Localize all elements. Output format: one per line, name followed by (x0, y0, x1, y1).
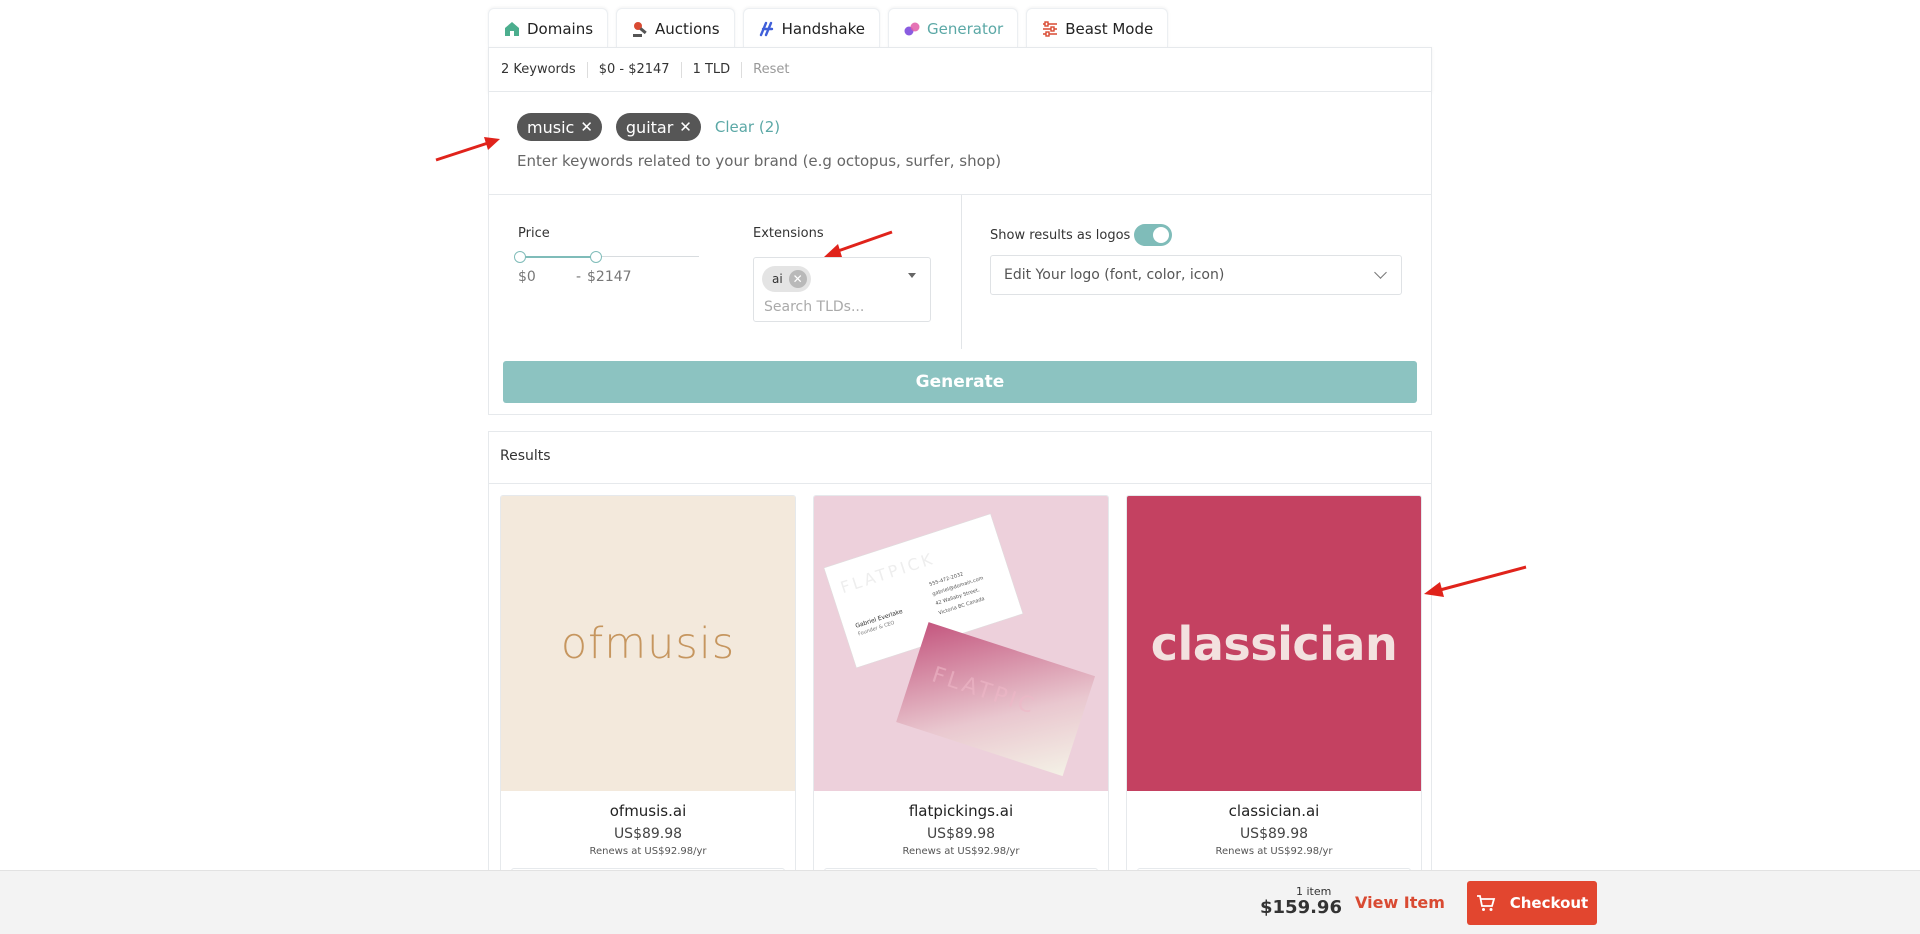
remove-keyword-icon[interactable]: ✕ (679, 118, 692, 136)
domain-name[interactable]: ofmusis.ai (501, 802, 795, 820)
tab-label: Auctions (655, 19, 720, 38)
checkout-button[interactable]: Checkout (1467, 881, 1597, 925)
price-max-handle[interactable] (590, 251, 602, 263)
divider (586, 61, 588, 78)
dropdown-caret-icon[interactable] (908, 273, 916, 278)
cart-icon (1476, 895, 1495, 911)
tld-chip-label: ai (772, 272, 783, 286)
domain-price: US$89.98 (926, 826, 996, 842)
price-range-separator: - (576, 269, 582, 285)
logo-text: ofmusis (560, 618, 736, 669)
price-max-value[interactable]: $2147 (587, 269, 632, 285)
keyword-chip: music ✕ (517, 113, 602, 141)
tab-domains[interactable]: Domains (488, 8, 609, 48)
auction-gavel-icon (633, 21, 647, 37)
divider (961, 195, 962, 350)
domain-price: US$89.98 (613, 826, 683, 842)
tab-label: Beast Mode (1065, 19, 1154, 38)
tld-search-input[interactable] (764, 299, 914, 315)
logo-preview: classician (1127, 496, 1421, 791)
tld-multiselect[interactable]: ai ✕ (753, 257, 931, 322)
tab-bar: Domains Auctions Handshake Generator Bea… (488, 8, 1169, 48)
logo-toggle[interactable] (1134, 224, 1172, 246)
tab-beast-mode[interactable]: Beast Mode (1026, 8, 1169, 48)
extensions-label: Extensions (753, 226, 824, 241)
divider (680, 61, 682, 78)
cart-total: $159.96 (1260, 897, 1342, 918)
renewal-price: Renews at US$92.98/yr (1215, 846, 1333, 857)
result-card-classician[interactable]: classician classician.ai US$89.98 Renews… (1126, 495, 1422, 915)
renewal-price: Renews at US$92.98/yr (902, 846, 1020, 857)
keyword-chips: music ✕ guitar ✕ Clear (2) (517, 113, 780, 141)
price-range-summary[interactable]: $0 - $2147 (599, 62, 670, 77)
logo-text: classician (1150, 616, 1398, 671)
house-icon (505, 21, 519, 36)
tab-label: Generator (927, 19, 1004, 38)
domain-price: US$89.98 (1239, 826, 1309, 842)
tab-label: Handshake (781, 19, 866, 38)
view-item-link[interactable]: View Item (1355, 893, 1445, 912)
business-card-preview: FLATPICK Gabriel Everlake Founder & CEO … (814, 496, 1108, 791)
business-card-mockup: FLATPICK Gabriel Everlake Founder & CEO … (823, 513, 1096, 777)
results-title: Results (500, 448, 551, 464)
annotation-arrow (1424, 565, 1527, 597)
options-panel: Price $0 - $2147 Extensions ai ✕ Show re… (488, 194, 1432, 350)
sliders-icon (1043, 20, 1058, 37)
cart-bar: 1 item $159.96 View Item Checkout (0, 870, 1920, 934)
domain-name[interactable]: classician.ai (1127, 802, 1421, 820)
keyword-count[interactable]: 2 Keywords (501, 62, 576, 77)
remove-keyword-icon[interactable]: ✕ (580, 118, 593, 136)
price-label: Price (518, 226, 550, 241)
tab-label: Domains (527, 19, 594, 38)
handshake-icon (759, 21, 773, 36)
toggle-knob (1153, 227, 1169, 243)
generator-icon (904, 22, 920, 35)
results-panel: Results ofmusis ofmusis.ai US$89.98 Rene… (488, 431, 1432, 934)
logo-toggle-label: Show results as logos (990, 228, 1131, 243)
keyword-chip-label: music (527, 117, 575, 137)
price-min-value[interactable]: $0 (518, 269, 536, 285)
filter-summary-bar: 2 Keywords $0 - $2147 1 TLD Reset (488, 47, 1432, 92)
tab-generator[interactable]: Generator (888, 8, 1019, 48)
keyword-chip: guitar ✕ (615, 113, 701, 141)
generate-button[interactable]: Generate (503, 361, 1417, 403)
price-slider-fill (519, 256, 595, 258)
keyword-chip-label: guitar (625, 117, 674, 137)
keywords-panel: music ✕ guitar ✕ Clear (2) (488, 91, 1432, 195)
checkout-label: Checkout (1509, 894, 1589, 912)
clear-keywords-link[interactable]: Clear (2) (715, 118, 780, 136)
renewal-price: Renews at US$92.98/yr (589, 846, 707, 857)
divider (489, 483, 1431, 484)
logo-editor-select[interactable]: Edit Your logo (font, color, icon) (990, 255, 1402, 295)
price-min-handle[interactable] (514, 251, 526, 263)
divider (741, 61, 743, 78)
domain-name[interactable]: flatpickings.ai (814, 802, 1108, 820)
result-card-ofmusis[interactable]: ofmusis ofmusis.ai US$89.98 Renews at US… (500, 495, 796, 915)
chevron-down-icon (1374, 266, 1387, 279)
reset-button[interactable]: Reset (753, 62, 789, 77)
logo-preview: ofmusis (501, 496, 795, 791)
tld-count-summary[interactable]: 1 TLD (693, 62, 731, 77)
keyword-input[interactable] (517, 152, 1217, 170)
generate-section: Generate (488, 349, 1432, 415)
logo-editor-label: Edit Your logo (font, color, icon) (1004, 267, 1225, 283)
tab-auctions[interactable]: Auctions (616, 8, 735, 48)
result-card-flatpickings[interactable]: FLATPICK Gabriel Everlake Founder & CEO … (813, 495, 1109, 915)
remove-tld-icon[interactable]: ✕ (788, 270, 807, 288)
annotation-arrow (435, 137, 500, 162)
tld-chip: ai ✕ (762, 266, 811, 292)
annotation-arrow (824, 230, 893, 257)
tab-handshake[interactable]: Handshake (742, 8, 881, 48)
